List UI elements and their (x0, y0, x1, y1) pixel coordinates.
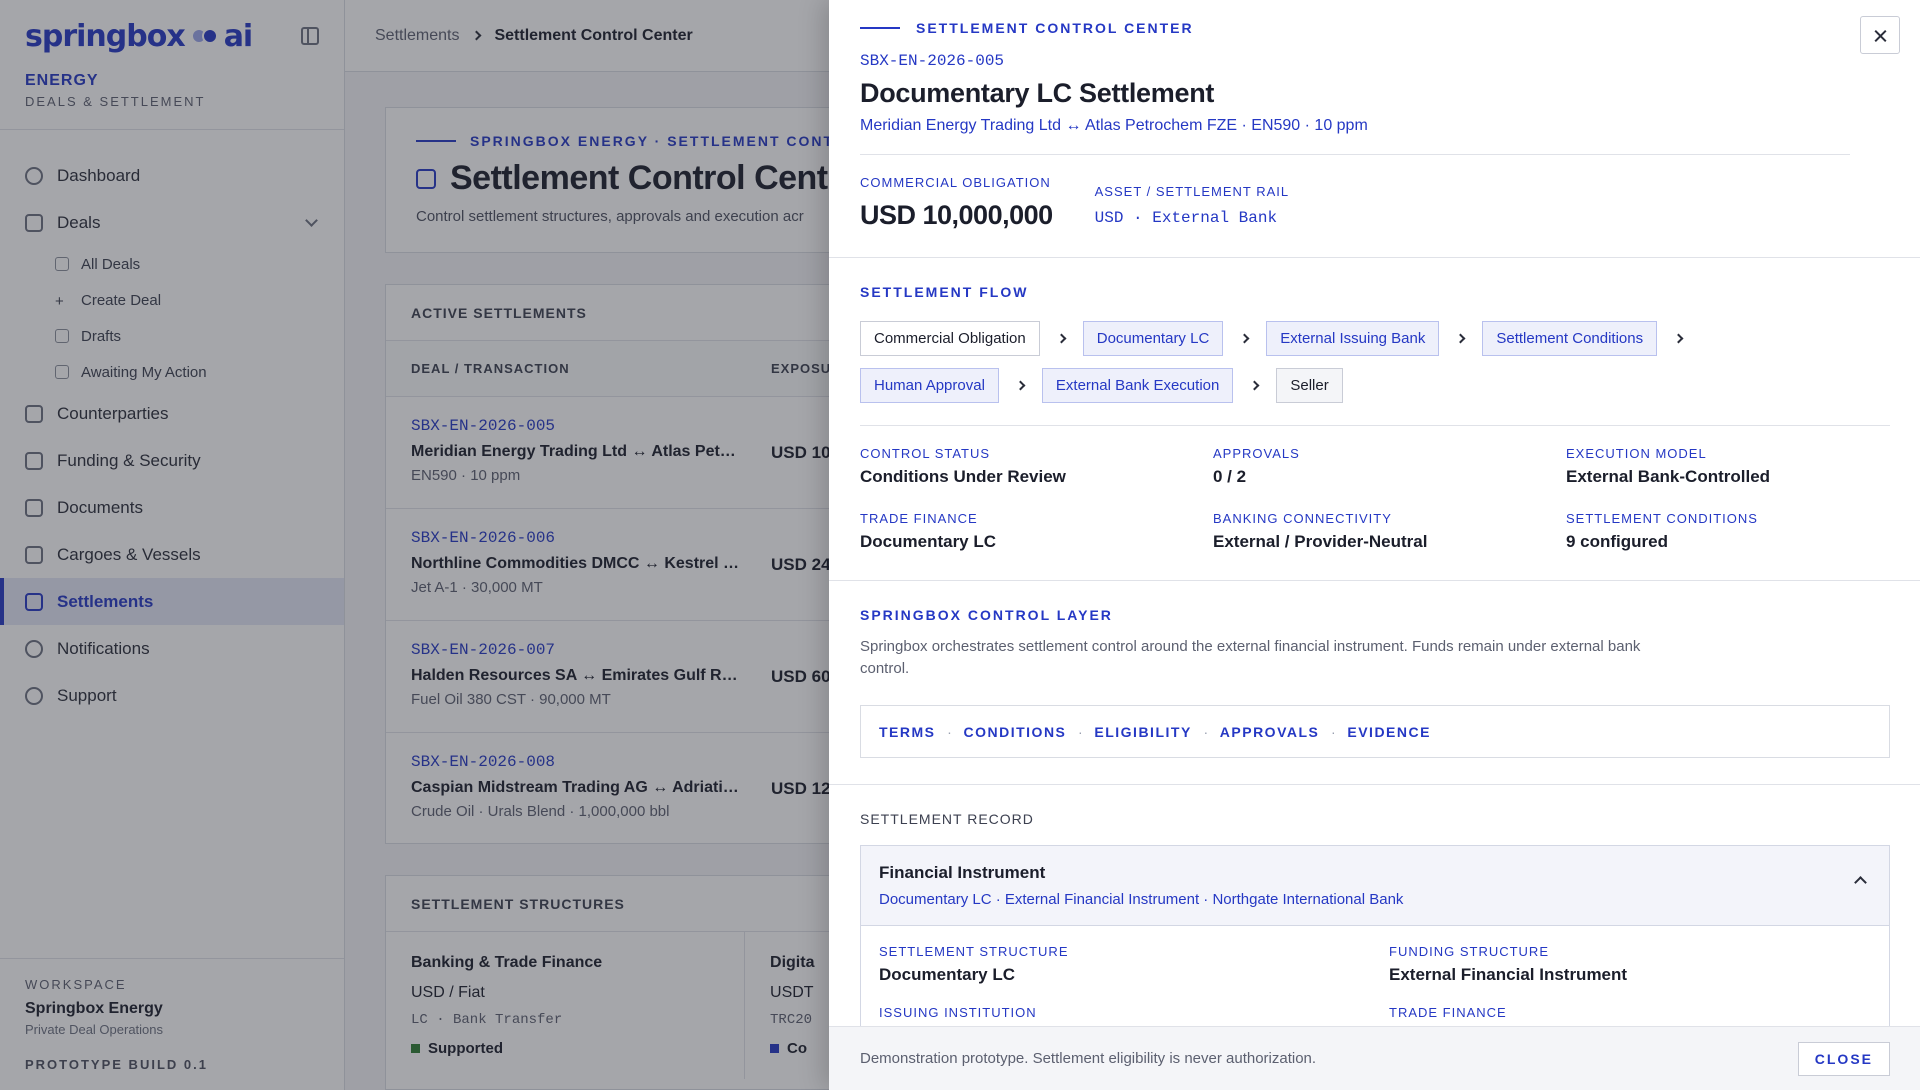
separator-dot: · (1078, 723, 1083, 740)
stat-execution-model: EXECUTION MODEL External Bank-Controlled (1566, 446, 1886, 487)
flow-step: Documentary LC (1082, 321, 1224, 356)
footer-note: Demonstration prototype. Settlement elig… (860, 1050, 1317, 1067)
separator-dot: · (1331, 723, 1336, 740)
stat-label: SETTLEMENT CONDITIONS (1566, 511, 1758, 526)
field-label: FUNDING STRUCTURE (1389, 944, 1549, 959)
flow-step: Human Approval (860, 368, 999, 403)
record-field: FUNDING STRUCTURE External Financial Inst… (1389, 944, 1869, 985)
stat-label: EXECUTION MODEL (1566, 446, 1707, 461)
stat-label: CONTROL STATUS (860, 446, 991, 461)
stat-value: Conditions Under Review (860, 467, 1066, 486)
record-fields: SETTLEMENT STRUCTURE Documentary LC FUNDI… (861, 926, 1889, 1026)
flow-step: Seller (1276, 368, 1343, 403)
stat-approvals: APPROVALS 0 / 2 (1213, 446, 1566, 487)
section-title: SPRINGBOX CONTROL LAYER (860, 607, 1113, 623)
drawer-footer: Demonstration prototype. Settlement elig… (829, 1026, 1920, 1090)
record-field: SETTLEMENT STRUCTURE Documentary LC (879, 944, 1389, 985)
tab-terms[interactable]: TERMS (879, 724, 936, 740)
drawer-title: Documentary LC Settlement (860, 78, 1215, 108)
chevron-right-icon (1439, 321, 1482, 356)
field-label: ISSUING INSTITUTION (879, 1005, 1037, 1020)
obligation-summary: COMMERCIAL OBLIGATION USD 10,000,000 ASS… (860, 155, 1889, 257)
stat-control-status: CONTROL STATUS Conditions Under Review (860, 446, 1213, 487)
stat-value: 0 / 2 (1213, 467, 1247, 486)
record-field: ISSUING INSTITUTION (879, 1005, 1389, 1026)
stat-value: Documentary LC (860, 532, 997, 551)
stat-label: TRADE FINANCE (860, 511, 978, 526)
accordion-subtitle: Documentary LC · External Financial Inst… (879, 891, 1404, 908)
control-layer-tabs: TERMS · CONDITIONS · ELIGIBILITY · APPRO… (860, 705, 1890, 758)
rail-label: ASSET / SETTLEMENT RAIL (1094, 184, 1290, 199)
tab-evidence[interactable]: EVIDENCE (1347, 724, 1431, 740)
section-title: SETTLEMENT RECORD (860, 811, 1034, 827)
flow-step: Commercial Obligation (860, 321, 1040, 356)
field-value: External Financial Instrument (1389, 965, 1628, 984)
drawer-parties: Meridian Energy Trading Ltd ↔ Atlas Petr… (860, 117, 1368, 134)
flow-step: Settlement Conditions (1482, 321, 1658, 356)
accordion-title: Financial Instrument (879, 863, 1046, 882)
stat-value: External Bank-Controlled (1566, 467, 1771, 486)
obligation-label: COMMERCIAL OBLIGATION (860, 175, 1051, 190)
settlement-flow-section: SETTLEMENT FLOW Commercial Obligation Do… (829, 257, 1920, 580)
financial-instrument-accordion: Financial Instrument Documentary LC · Ex… (860, 845, 1890, 1027)
stat-settlement-conditions: SETTLEMENT CONDITIONS 9 configured (1566, 511, 1886, 552)
close-icon[interactable] (1860, 16, 1900, 54)
flow-step: External Issuing Bank (1266, 321, 1440, 356)
tab-eligibility[interactable]: ELIGIBILITY (1094, 724, 1191, 740)
section-title: SETTLEMENT FLOW (860, 284, 1029, 300)
obligation-block: COMMERCIAL OBLIGATION USD 10,000,000 (860, 175, 1053, 231)
obligation-value: USD 10,000,000 (860, 200, 1053, 230)
rail-block: ASSET / SETTLEMENT RAIL USD · External B… (1095, 184, 1289, 231)
accordion-header[interactable]: Financial Instrument Documentary LC · Ex… (861, 846, 1889, 926)
close-button[interactable]: CLOSE (1797, 1041, 1890, 1076)
chevron-right-icon (1657, 321, 1700, 356)
tab-approvals[interactable]: APPROVALS (1220, 724, 1320, 740)
stat-value: External / Provider-Neutral (1213, 532, 1428, 551)
drawer-deal-id: SBX-EN-2026-005 (860, 52, 1005, 70)
rail-value: USD · External Bank (1094, 209, 1278, 227)
drawer-kicker: SETTLEMENT CONTROL CENTER (860, 20, 1889, 36)
status-grid: CONTROL STATUS Conditions Under Review AP… (860, 426, 1889, 580)
record-field: TRADE FINANCE (1389, 1005, 1869, 1026)
control-layer-section: SPRINGBOX CONTROL LAYER Springbox orches… (829, 580, 1920, 784)
chevron-right-icon (1233, 368, 1276, 403)
stat-label: APPROVALS (1213, 446, 1300, 461)
separator-dot: · (947, 723, 952, 740)
chevron-right-icon (999, 368, 1042, 403)
flow-step: External Bank Execution (1041, 368, 1234, 403)
field-value: Documentary LC (879, 965, 1016, 984)
tab-conditions[interactable]: CONDITIONS (964, 724, 1067, 740)
stat-label: BANKING CONNECTIVITY (1213, 511, 1392, 526)
field-label: SETTLEMENT STRUCTURE (879, 944, 1069, 959)
drawer-header: SETTLEMENT CONTROL CENTER SBX-EN-2026-00… (829, 0, 1920, 257)
chevron-right-icon (1040, 321, 1083, 356)
control-layer-description: Springbox orchestrates settlement contro… (860, 638, 1641, 677)
stat-trade-finance: TRADE FINANCE Documentary LC (860, 511, 1213, 552)
settlement-flow: Commercial Obligation Documentary LC Ext… (860, 321, 1820, 403)
separator-dot: · (1203, 723, 1209, 740)
stat-value: 9 configured (1566, 532, 1669, 551)
settlement-drawer: SETTLEMENT CONTROL CENTER SBX-EN-2026-00… (829, 0, 1920, 1090)
field-label: TRADE FINANCE (1389, 1005, 1507, 1020)
settlement-record-section: SETTLEMENT RECORD Financial Instrument D… (829, 784, 1920, 1027)
stat-banking-connectivity: BANKING CONNECTIVITY External / Provider-… (1213, 511, 1566, 552)
chevron-right-icon (1223, 321, 1266, 356)
